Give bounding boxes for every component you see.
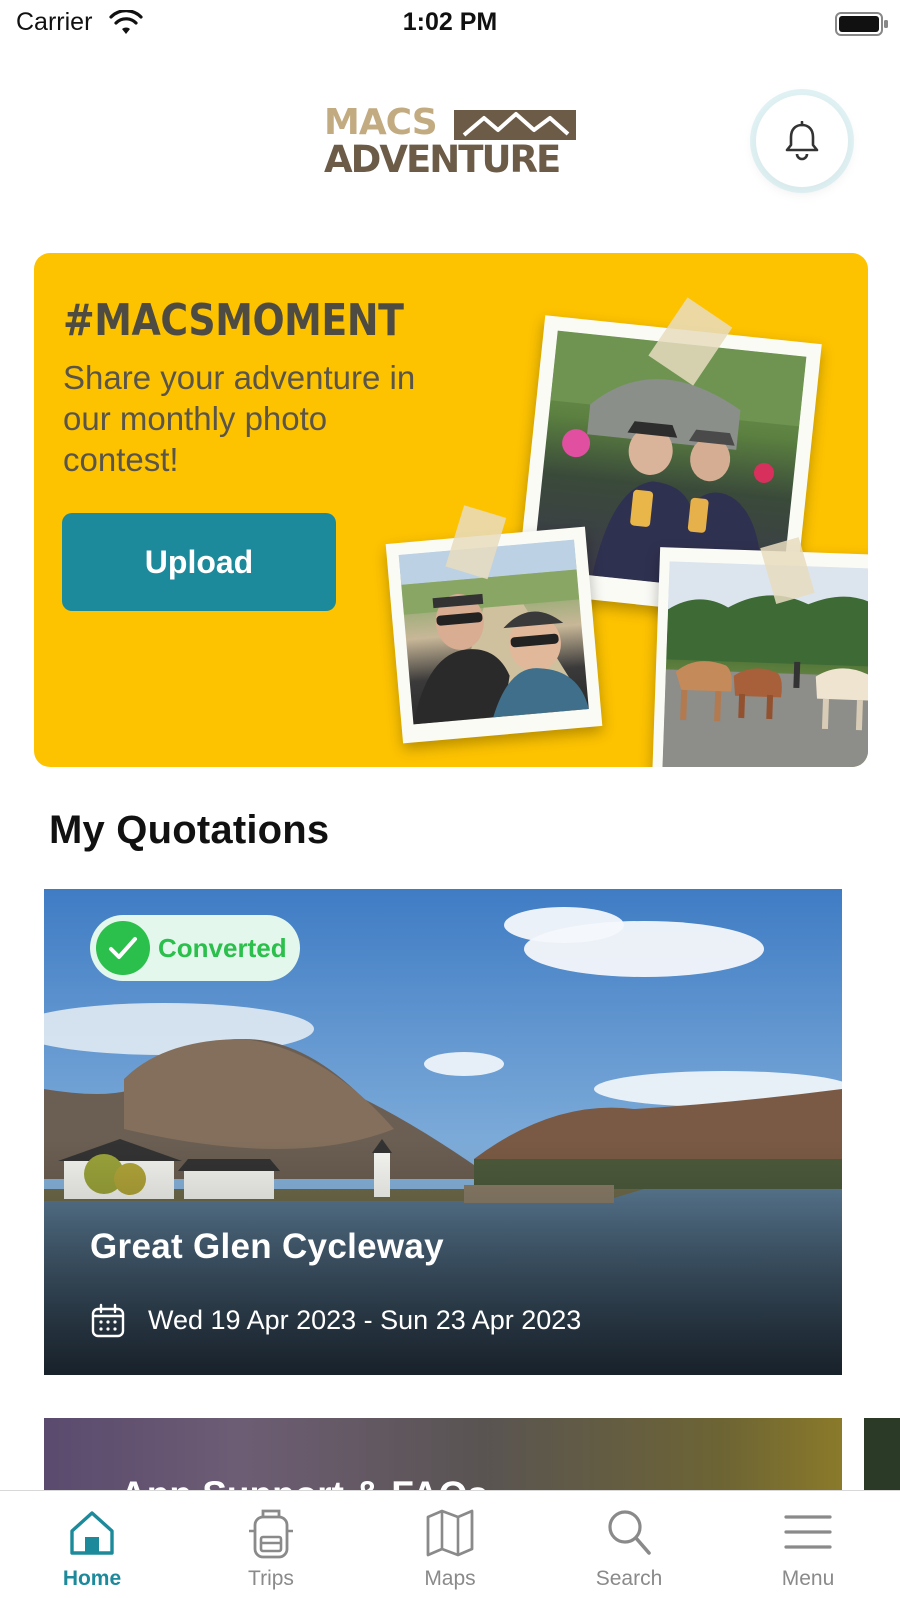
calendar-icon — [91, 1303, 125, 1338]
promo-hashtag: #MACSMOMENT — [63, 295, 404, 346]
macsmoment-promo-card: #MACSMOMENT Share your adventure in our … — [34, 253, 868, 767]
promo-photo-cows — [651, 537, 868, 767]
status-badge-label: Converted — [158, 933, 287, 963]
tab-search-label: Search — [595, 1567, 663, 1590]
tab-home[interactable]: Home — [12, 1491, 172, 1598]
bottom-tab-bar: Home Trips Maps Search Menu — [0, 1490, 900, 1598]
tab-search[interactable]: Search — [549, 1491, 709, 1598]
backpack-icon — [249, 1509, 293, 1559]
home-icon — [70, 1511, 114, 1555]
tab-trips-label: Trips — [248, 1567, 294, 1590]
macs-adventure-logo: MACS ADVENTURE — [324, 104, 578, 182]
status-bar: Carrier 1:02 PM — [0, 0, 900, 48]
promo-description: Share your adventure in our monthly phot… — [63, 359, 416, 478]
battery-icon — [835, 12, 888, 36]
status-badge: Converted — [90, 915, 300, 981]
check-circle-icon — [96, 921, 150, 975]
bell-icon — [785, 121, 819, 161]
map-icon — [426, 1509, 474, 1557]
logo-text-top: MACS — [324, 102, 438, 143]
tab-maps[interactable]: Maps — [370, 1491, 530, 1598]
section-title-my-quotations: My Quotations — [49, 808, 330, 852]
tab-menu[interactable]: Menu — [728, 1491, 888, 1598]
quotation-card[interactable]: Converted Great Glen Cycleway Wed 19 Apr… — [44, 889, 842, 1375]
upload-button[interactable]: Upload — [62, 513, 336, 611]
photo-cows-image — [662, 561, 868, 767]
logo-text-bottom: ADVENTURE — [324, 138, 561, 181]
tab-trips[interactable]: Trips — [191, 1491, 351, 1598]
promo-photo-selfie — [385, 505, 603, 744]
tab-home-label: Home — [62, 1567, 122, 1590]
home-screen: Carrier 1:02 PM MACS ADVENTURE #MACSMOME… — [0, 0, 900, 1598]
notifications-button[interactable] — [756, 95, 848, 187]
tab-menu-label: Menu — [781, 1567, 835, 1590]
menu-icon — [784, 1515, 832, 1549]
status-time: 1:02 PM — [402, 8, 498, 36]
quotation-title: Great Glen Cycleway — [90, 1227, 444, 1266]
photo-selfie-image — [398, 539, 589, 725]
mountain-logo-icon — [454, 110, 576, 140]
search-icon — [608, 1510, 651, 1555]
quotation-dates: Wed 19 Apr 2023 - Sun 23 Apr 2023 — [148, 1305, 582, 1335]
tab-maps-label: Maps — [424, 1567, 476, 1590]
